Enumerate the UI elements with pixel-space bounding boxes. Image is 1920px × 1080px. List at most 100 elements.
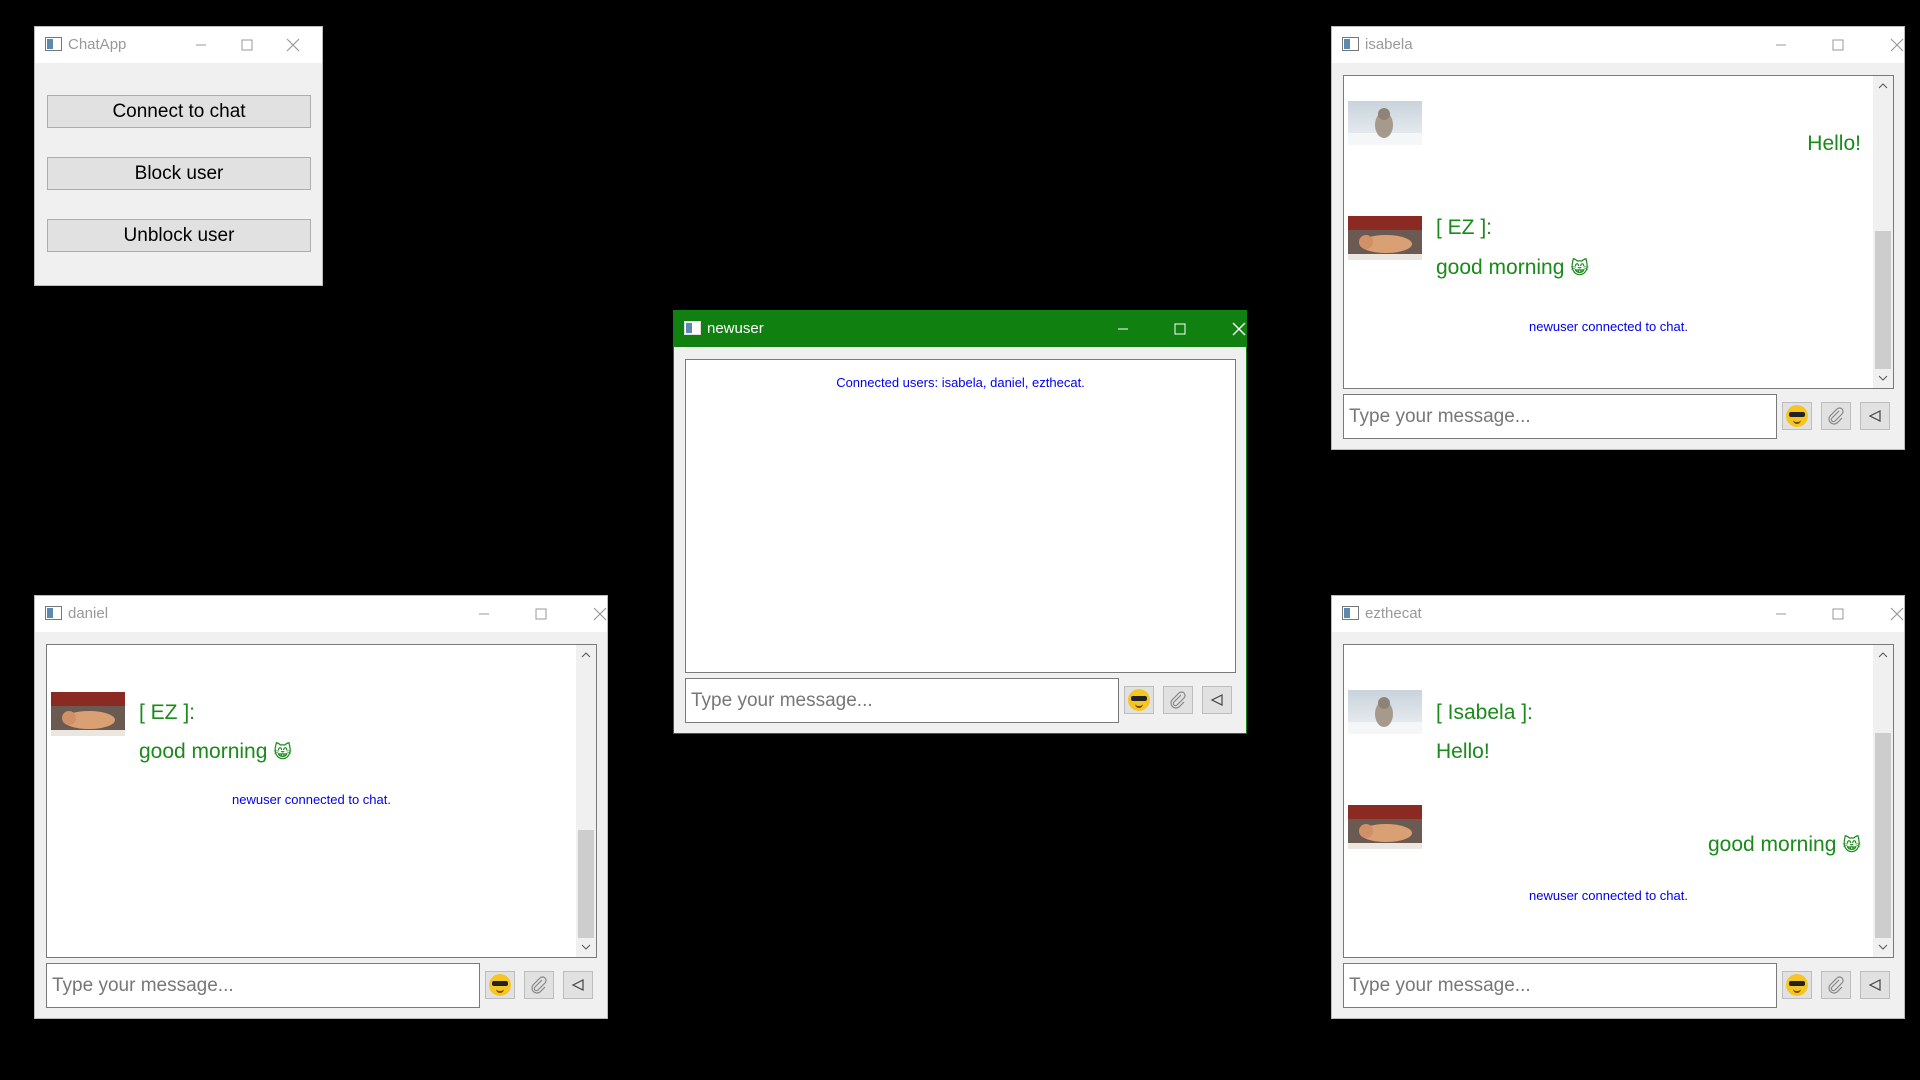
- chat-history[interactable]: Connected users: isabela, daniel, ezthec…: [685, 359, 1236, 673]
- attach-button[interactable]: [1821, 971, 1851, 999]
- maximize-icon: [1174, 323, 1186, 335]
- message-input[interactable]: [1343, 963, 1777, 1008]
- message-input[interactable]: [1343, 394, 1777, 439]
- attach-button[interactable]: [1163, 686, 1193, 714]
- attach-button[interactable]: [1821, 402, 1851, 430]
- scrollbar[interactable]: [1873, 76, 1893, 388]
- title-bar[interactable]: isabela: [1332, 27, 1904, 63]
- scroll-down-button[interactable]: [1873, 368, 1893, 388]
- scroll-up-button[interactable]: [576, 645, 596, 665]
- minimize-icon: [479, 613, 489, 615]
- window-title: newuser: [707, 320, 764, 337]
- avatar-ez: [1348, 805, 1422, 849]
- scroll-down-icon: [1878, 944, 1888, 950]
- app-icon: [1342, 37, 1359, 51]
- send-icon: [1868, 410, 1881, 422]
- message-text: good morning 😸: [1436, 256, 1589, 280]
- minimize-icon: [1776, 44, 1786, 46]
- maximize-button[interactable]: [518, 596, 564, 632]
- system-message: newuser connected to chat.: [1529, 888, 1688, 903]
- scroll-down-icon: [1878, 375, 1888, 381]
- scroll-up-button[interactable]: [1873, 645, 1893, 665]
- attach-button[interactable]: [524, 971, 554, 999]
- close-button[interactable]: [1874, 596, 1920, 632]
- scroll-up-button[interactable]: [1873, 76, 1893, 96]
- chat-history[interactable]: Hello! [ EZ ]: good morning 😸 newuser co…: [1343, 75, 1894, 389]
- message-input[interactable]: [685, 678, 1119, 723]
- close-icon: [286, 38, 300, 52]
- block-user-button[interactable]: Block user: [47, 157, 311, 190]
- maximize-icon: [535, 608, 547, 620]
- send-icon: [1868, 979, 1881, 991]
- message-text: Hello!: [1436, 740, 1490, 763]
- emoji-button[interactable]: [1782, 971, 1812, 999]
- window-title: ezthecat: [1365, 605, 1422, 622]
- message-text-field[interactable]: [686, 679, 1118, 722]
- app-icon: [45, 606, 62, 620]
- scrollbar[interactable]: [1873, 645, 1893, 957]
- minimize-button[interactable]: [1758, 27, 1804, 63]
- minimize-icon: [196, 44, 206, 46]
- message-text: Hello!: [1807, 132, 1861, 155]
- scroll-down-button[interactable]: [1873, 937, 1893, 957]
- minimize-button[interactable]: [461, 596, 507, 632]
- close-button[interactable]: [1874, 27, 1920, 63]
- avatar-isabela: [1348, 101, 1422, 145]
- maximize-button[interactable]: [1815, 27, 1861, 63]
- title-bar[interactable]: ezthecat: [1332, 596, 1904, 632]
- newuser-chat-window: newuser Connected users: isabela, daniel…: [673, 310, 1247, 734]
- chat-history[interactable]: [ Isabela ]: Hello! good morning 😸 newus…: [1343, 644, 1894, 958]
- minimize-button[interactable]: [178, 27, 224, 63]
- title-bar[interactable]: ChatApp: [35, 27, 322, 63]
- title-bar[interactable]: daniel: [35, 596, 607, 632]
- message-body: good morning: [139, 740, 268, 763]
- minimize-button[interactable]: [1758, 596, 1804, 632]
- title-bar[interactable]: newuser: [674, 311, 1246, 347]
- scrollbar-thumb[interactable]: [578, 830, 594, 938]
- chat-history[interactable]: [ EZ ]: good morning 😸 newuser connected…: [46, 644, 597, 958]
- scrollbar[interactable]: [576, 645, 596, 957]
- message-body: good morning: [1707, 833, 1837, 856]
- maximize-button[interactable]: [1157, 311, 1203, 347]
- message-sender: [ EZ ]:: [139, 701, 196, 724]
- message-input[interactable]: [46, 963, 480, 1008]
- avatar-isabela: [1348, 690, 1422, 734]
- system-message: newuser connected to chat.: [232, 792, 391, 807]
- emoji-button[interactable]: [1782, 402, 1812, 430]
- message-text-field[interactable]: [47, 964, 479, 1007]
- close-icon: [1890, 38, 1904, 52]
- send-button[interactable]: [1860, 971, 1890, 999]
- paperclip-icon: [1828, 407, 1844, 425]
- app-icon: [45, 37, 62, 51]
- emoji-button[interactable]: [485, 971, 515, 999]
- close-icon: [593, 607, 607, 621]
- close-button[interactable]: [270, 27, 316, 63]
- emoji-button[interactable]: [1124, 686, 1154, 714]
- message-text-field[interactable]: [1344, 964, 1776, 1007]
- close-button[interactable]: [1216, 311, 1262, 347]
- paperclip-icon: [1828, 976, 1844, 994]
- daniel-chat-window: daniel [ EZ ]: good morning 😸 newuser co…: [34, 595, 608, 1019]
- unblock-user-button[interactable]: Unblock user: [47, 219, 311, 252]
- send-button[interactable]: [1202, 686, 1232, 714]
- minimize-icon: [1776, 613, 1786, 615]
- scrollbar-thumb[interactable]: [1875, 231, 1891, 369]
- message-text: good morning 😸: [1708, 833, 1861, 857]
- minimize-button[interactable]: [1100, 311, 1146, 347]
- close-button[interactable]: [577, 596, 623, 632]
- scrollbar-thumb[interactable]: [1875, 733, 1891, 938]
- scroll-down-button[interactable]: [576, 937, 596, 957]
- sunglasses-emoji-icon: [1786, 974, 1808, 996]
- app-icon: [1342, 606, 1359, 620]
- send-icon: [1210, 694, 1223, 706]
- maximize-icon: [1832, 608, 1844, 620]
- send-button[interactable]: [563, 971, 593, 999]
- scroll-up-icon: [581, 652, 591, 658]
- send-button[interactable]: [1860, 402, 1890, 430]
- maximize-button[interactable]: [224, 27, 270, 63]
- maximize-button[interactable]: [1815, 596, 1861, 632]
- message-text-field[interactable]: [1344, 395, 1776, 438]
- connect-to-chat-button[interactable]: Connect to chat: [47, 95, 311, 128]
- avatar-ez: [51, 692, 125, 736]
- app-icon: [684, 321, 701, 335]
